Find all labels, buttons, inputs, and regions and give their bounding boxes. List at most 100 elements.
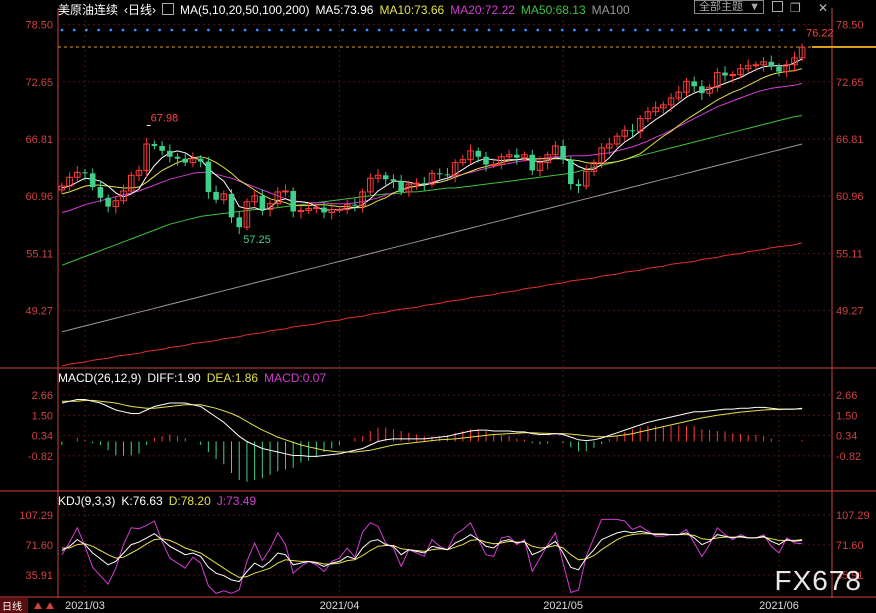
period-tab-label: 日线 [2,600,22,613]
event-dot-marker [743,28,747,32]
event-dot-marker [85,28,88,32]
y-tick-label-right: 72.65 [836,77,864,89]
candle-body-down [421,183,428,185]
y-tick-label-right: 55.11 [836,248,863,260]
event-dot-marker [646,28,649,32]
chevron-down-icon: ▼ [749,1,760,13]
event-dot-marker [353,28,357,32]
candle-body-down [290,190,296,212]
macd-tick-label-left: 1.50 [32,410,53,422]
candle-body-down [568,159,574,185]
event-dot-marker [304,28,308,32]
ma10-value: MA10:73.66 [379,3,445,17]
candle-body-down [529,154,536,171]
event-dot-marker [268,28,271,32]
event-dot-marker [548,28,552,32]
candle-body-up [297,210,305,213]
kdj-j: J:73.49 [216,494,257,508]
candle-body-down [475,150,482,157]
event-dot-marker [72,28,76,32]
ma5-value: MA5:73.96 [315,3,374,17]
candle-body-down [205,161,212,192]
event-dot-marker [402,28,405,32]
period-label[interactable]: ‹日线› [124,3,156,17]
event-dot-marker [109,28,113,32]
candle-body-down [382,175,389,180]
candle-body-down [167,150,173,157]
ma20-value: MA20:72.22 [450,3,515,17]
macd-tick-label-left: 0.34 [32,431,53,443]
event-dot-marker [329,28,332,32]
candle-body-down [236,217,242,228]
event-dot-marker [475,28,479,32]
event-dot-marker [658,28,662,32]
chart-canvas: 2021/03 2021/04 2021/05 2021/06 78.50 78.50 72… [0,8,876,613]
theme-dropdown[interactable]: 全部主题 ▼ [694,0,764,14]
macd-tick-label-right: 2.66 [836,390,857,402]
candle-body-up [490,164,497,167]
event-dot-marker [414,28,418,32]
y-tick-label-left: 66.81 [25,134,53,146]
event-dot-marker [255,28,259,32]
candle-body-down [560,145,566,160]
event-dot-marker [97,28,100,32]
ma-settings-icon[interactable] [162,3,175,15]
candle-body-up [313,207,320,210]
ma50-series-line [61,115,803,266]
candle-body-down [390,179,397,182]
event-dot-marker [768,28,771,32]
ma-params-label: MA(5,10,20,50,100,200) [180,3,310,17]
kdj-k-series-line [61,530,803,583]
ma100-value: MA100 [591,3,630,17]
kdj-k: K:76.63 [121,494,163,508]
event-dot-marker [292,28,296,32]
event-dot-marker [231,28,235,32]
scroll-right-icon [46,602,54,609]
kdj-tick-label-left: 107.29 [19,510,53,522]
event-dot-marker [158,28,162,32]
event-dot-marker [719,28,723,32]
event-dot-marker [243,28,247,32]
event-dot-marker [280,28,283,32]
candle-body-up [282,190,289,193]
macd-tick-label-right: 1.50 [836,410,857,422]
candle-body-up [413,182,420,185]
event-dot-marker [133,28,137,32]
scroll-up-icon [34,602,42,609]
event-dot-marker [756,28,759,32]
kdj-tick-label-right: 71.60 [836,540,864,552]
macd-macd: MACD:0.07 [264,371,327,385]
candle-body-up [752,64,760,67]
ma5-series-line [61,58,803,212]
kdj-d: D:78.20 [168,494,211,508]
candle-body-down [213,191,219,200]
kdj-params: KDJ(9,3,3) [58,494,116,508]
y-tick-label-left: 72.65 [25,77,53,89]
macd-tick-label-left: -0.82 [28,451,53,463]
event-dot-marker [194,28,198,32]
event-dot-marker [609,28,613,32]
event-dot-marker [390,28,393,32]
watermark: FX678 [774,565,862,596]
event-dot-marker [219,28,223,32]
macd-tick-label-right: 0.34 [836,431,857,443]
event-dot-marker [536,28,540,32]
event-dot-marker [621,28,625,32]
event-dot-marker [792,28,796,32]
y-tick-label-left: 49.27 [25,306,53,318]
event-dot-marker [499,28,503,32]
close-icon[interactable]: ✕ [818,1,828,15]
candle-body-down [105,197,111,207]
macd-header: MACD(26,12,9) DIFF:1.90 DEA:1.86 MACD:0.07 [58,371,332,385]
event-dot-marker [670,28,674,32]
event-dot-marker [438,28,442,32]
checkbox-icon[interactable] [772,1,787,14]
kdj-tick-label-left: 35.91 [25,570,53,582]
candle-body-down [444,174,451,176]
main-chart-header: 美原油连续 ‹日线› MA(5,10,20,50,100,200) MA5:73.96… [58,1,636,18]
candle-body-down [436,173,443,175]
low-annotation: 57.25 [243,234,271,246]
event-dot-marker [377,28,381,32]
candle-body-down [97,187,104,198]
restore-window-icon[interactable]: ❐ [790,1,801,15]
